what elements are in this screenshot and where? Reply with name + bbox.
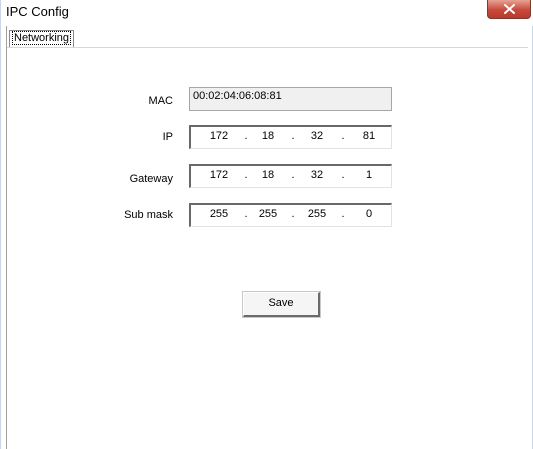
submask-field[interactable]: 255 . 255 . 255 . 0 (189, 203, 392, 227)
save-button[interactable]: Save (242, 291, 321, 318)
submask-octet-2[interactable]: 255 (253, 208, 283, 220)
close-icon (504, 4, 515, 14)
gateway-field[interactable]: 172 . 18 . 32 . 1 (189, 164, 392, 188)
submask-octet-4[interactable]: 0 (354, 208, 384, 220)
ip-separator: . (291, 130, 295, 142)
title-bar[interactable]: IPC Config (1, 0, 533, 26)
gateway-octet-4[interactable]: 1 (354, 169, 384, 181)
submask-separator: . (244, 208, 248, 220)
mac-value: 00:02:04:06:08:81 (193, 90, 282, 102)
ip-address-field[interactable]: 172 . 18 . 32 . 81 (189, 125, 392, 149)
mac-field: 00:02:04:06:08:81 (189, 87, 392, 111)
tab-strip-divider (7, 47, 528, 48)
submask-label: Sub mask (124, 209, 173, 221)
gateway-separator: . (291, 169, 295, 181)
window-title: IPC Config (6, 4, 69, 19)
ip-separator: . (244, 130, 248, 142)
ip-octet-3[interactable]: 32 (302, 130, 332, 142)
submask-octet-3[interactable]: 255 (302, 208, 332, 220)
tab-networking[interactable]: Networking (9, 30, 75, 47)
gateway-separator: . (244, 169, 248, 181)
gateway-octet-3[interactable]: 32 (302, 169, 332, 181)
submask-octet-1[interactable]: 255 (204, 208, 234, 220)
mac-label: MAC (148, 95, 173, 107)
ip-separator: . (341, 130, 345, 142)
gateway-octet-2[interactable]: 18 (253, 169, 283, 181)
ip-octet-1[interactable]: 172 (204, 130, 234, 142)
gateway-octet-1[interactable]: 172 (204, 169, 234, 181)
submask-separator: . (291, 208, 295, 220)
tab-networking-label: Networking (12, 31, 72, 45)
ip-octet-2[interactable]: 18 (253, 130, 283, 142)
ip-label: IP (162, 131, 173, 143)
ipc-config-window: IPC Config Networking MAC 00:02:04:06:08… (0, 0, 533, 449)
close-button[interactable] (487, 0, 531, 19)
gateway-label: Gateway (129, 173, 173, 185)
ip-octet-4[interactable]: 81 (354, 130, 384, 142)
submask-separator: . (341, 208, 345, 220)
gateway-separator: . (341, 169, 345, 181)
